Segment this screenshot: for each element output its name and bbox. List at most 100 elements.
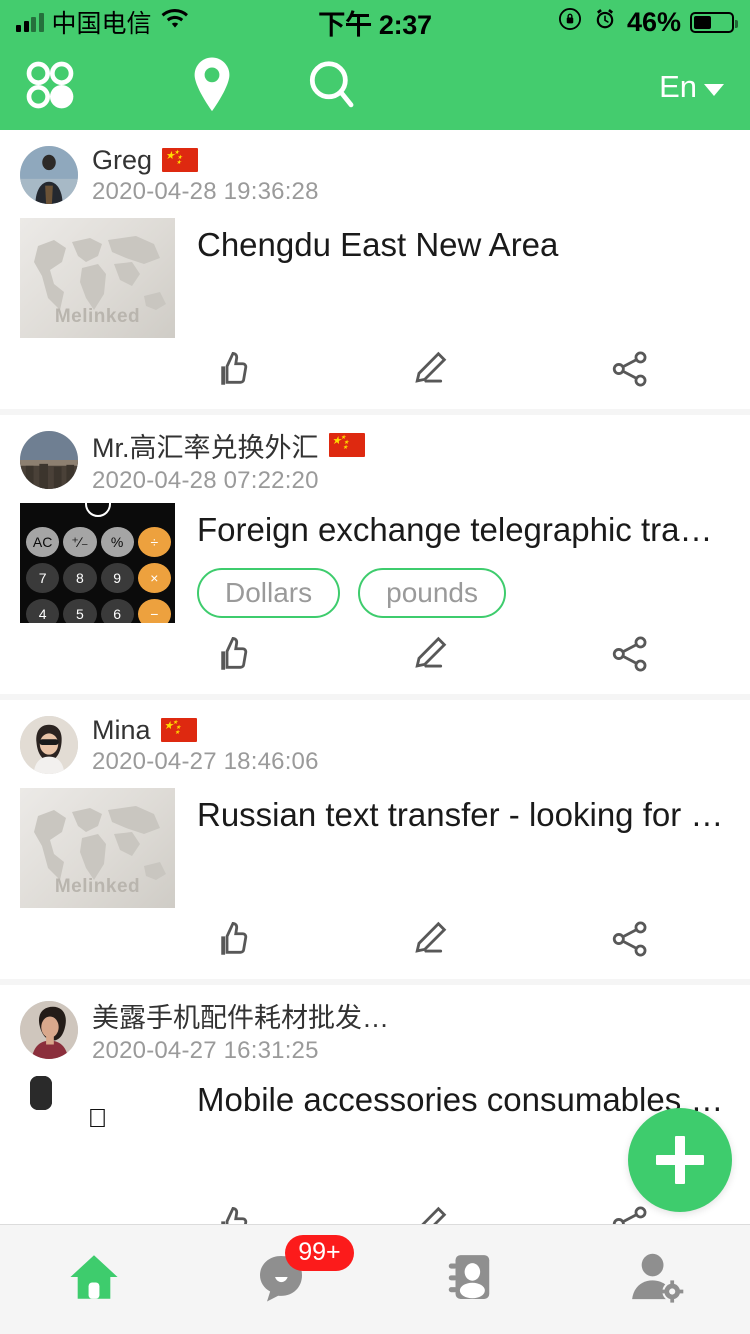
post-tag[interactable]: pounds: [358, 568, 507, 619]
post-thumbnail[interactable]: Melinked: [20, 788, 175, 908]
post-actions: [20, 1193, 730, 1224]
language-selector[interactable]: En: [659, 69, 728, 105]
calculator-key: 5: [63, 599, 97, 623]
post-author-name: Mr.高汇率兑换外汇: [92, 432, 319, 463]
share-nodes-icon: [609, 348, 651, 395]
grid-circles-icon: [22, 57, 78, 118]
post-header: 美露手机配件耗材批发… 2020-04-27 16:31:25: [20, 999, 730, 1064]
search-button[interactable]: [272, 58, 392, 117]
pencil-edit-icon: [409, 1203, 451, 1224]
tab-profile[interactable]: [563, 1225, 750, 1334]
post-title[interactable]: Foreign exchange telegraphic trans…: [197, 509, 730, 550]
thumbs-up-icon: [209, 918, 251, 965]
battery-icon: [690, 11, 738, 33]
messages-badge: 99+: [285, 1235, 354, 1271]
calculator-key: 8: [63, 563, 97, 593]
carrier-label: 中国电信: [51, 10, 152, 38]
share-button[interactable]: [530, 918, 730, 965]
calculator-key: 4: [26, 599, 60, 623]
signal-bars-icon: [16, 12, 44, 32]
alarm-clock-icon: [592, 6, 618, 39]
like-button[interactable]: [130, 1203, 330, 1224]
thumbs-up-icon: [209, 633, 251, 680]
edit-button[interactable]: [330, 918, 530, 965]
thumbnail-watermark: Melinked: [54, 306, 141, 327]
user-settings-icon: [627, 1248, 685, 1311]
post-card[interactable]: Mr.高汇率兑换外汇 ★ ★ ★ ★ 2020-04-28 07:22:20 AC ⁺…: [0, 415, 750, 694]
post-header: Mr.高汇率兑换外汇 ★ ★ ★ ★ 2020-04-28 07:22:20: [20, 429, 730, 494]
china-flag-icon: ★ ★ ★ ★: [328, 433, 365, 457]
china-flag-icon: ★ ★ ★ ★: [162, 148, 199, 172]
home-icon: [65, 1248, 123, 1311]
avatar[interactable]: [20, 146, 78, 204]
post-timestamp: 2020-04-28 19:36:28: [92, 177, 319, 205]
status-bar: 中国电信 下午 2:37 46%: [0, 0, 750, 44]
post-feed[interactable]: Greg ★ ★ ★ ★ 2020-04-28 19:36:28 Melinke…: [0, 130, 750, 1224]
wifi-icon: [160, 7, 190, 38]
share-nodes-icon: [609, 633, 651, 680]
status-bar-right: 46%: [557, 6, 738, 39]
post-author-block: Mina ★ ★ ★ ★ 2020-04-27 18:46:06: [92, 715, 319, 776]
phones-photo:  iPhone  iPhone: [20, 1073, 175, 1193]
post-content: Foreign exchange telegraphic trans… Doll…: [197, 503, 730, 623]
grid-circles-button[interactable]: [22, 57, 152, 118]
tab-home[interactable]: [0, 1225, 188, 1334]
search-icon: [305, 58, 359, 117]
like-button[interactable]: [130, 633, 330, 680]
calculator-keypad: AC ⁺∕₋ % ÷ 7 8 9 × 4 5 6 −: [26, 527, 171, 623]
calculator-key: 6: [100, 599, 134, 623]
post-timestamp: 2020-04-28 07:22:20: [92, 466, 319, 494]
tab-messages[interactable]: 99+: [188, 1225, 376, 1334]
share-button[interactable]: [530, 633, 730, 680]
bottom-tab-bar: 99+: [0, 1224, 750, 1334]
share-nodes-icon: [609, 1203, 651, 1224]
calculator-image: AC ⁺∕₋ % ÷ 7 8 9 × 4 5 6 −: [20, 503, 175, 623]
post-title[interactable]: Chengdu East New Area: [197, 224, 730, 265]
like-button[interactable]: [130, 918, 330, 965]
tab-contacts[interactable]: [375, 1225, 563, 1334]
thumbs-up-icon: [209, 348, 251, 395]
post-author-name: Greg: [92, 144, 153, 175]
post-tag[interactable]: Dollars: [197, 568, 341, 619]
post-body:  iPhone  iPhone Mobile accessories con…: [20, 1061, 730, 1193]
calculator-key: 9: [100, 563, 134, 593]
edit-button[interactable]: [330, 633, 530, 680]
post-card[interactable]: Mina ★ ★ ★ ★ 2020-04-27 18:46:06 Melinke…: [0, 700, 750, 979]
edit-button[interactable]: [330, 348, 530, 395]
notch-circle: [84, 503, 111, 517]
post-actions: [20, 623, 730, 694]
post-author-name: 美露手机配件耗材批发…: [92, 1002, 389, 1033]
calculator-key: 7: [26, 563, 60, 593]
location-pin-icon: [187, 56, 237, 119]
post-title[interactable]: Mobile accessories consumables w…: [197, 1079, 730, 1120]
post-thumbnail[interactable]:  iPhone  iPhone: [20, 1073, 175, 1193]
post-thumbnail[interactable]: Melinked: [20, 218, 175, 338]
post-author-block: Mr.高汇率兑换外汇 ★ ★ ★ ★ 2020-04-28 07:22:20: [92, 426, 365, 495]
caret-down-icon: [704, 83, 724, 96]
post-header: Greg ★ ★ ★ ★ 2020-04-28 19:36:28: [20, 144, 730, 206]
pencil-edit-icon: [409, 633, 451, 680]
post-tags: Dollars pounds: [197, 568, 730, 619]
create-post-fab[interactable]: [628, 1108, 732, 1212]
post-title[interactable]: Russian text transfer - looking for a…: [197, 794, 730, 835]
plus-icon: [656, 1136, 704, 1184]
post-header: Mina ★ ★ ★ ★ 2020-04-27 18:46:06: [20, 714, 730, 776]
share-button[interactable]: [530, 348, 730, 395]
edit-button[interactable]: [330, 1203, 530, 1224]
post-content: Chengdu East New Area: [197, 218, 730, 338]
post-timestamp: 2020-04-27 16:31:25: [92, 1036, 319, 1064]
like-button[interactable]: [130, 348, 330, 395]
post-actions: [20, 338, 730, 409]
calculator-key: ÷: [137, 527, 171, 557]
thumbnail-watermark: Melinked: [54, 876, 141, 897]
post-author-block: 美露手机配件耗材批发… 2020-04-27 16:31:25: [92, 996, 389, 1065]
language-label: En: [659, 69, 697, 104]
location-button[interactable]: [152, 56, 272, 119]
avatar[interactable]: [20, 1001, 78, 1059]
post-thumbnail[interactable]: AC ⁺∕₋ % ÷ 7 8 9 × 4 5 6 −: [20, 503, 175, 623]
camera-module-icon: [30, 1076, 52, 1110]
post-author-name: Mina: [92, 714, 151, 745]
avatar[interactable]: [20, 431, 78, 489]
post-card[interactable]: Greg ★ ★ ★ ★ 2020-04-28 19:36:28 Melinke…: [0, 130, 750, 409]
avatar[interactable]: [20, 716, 78, 774]
